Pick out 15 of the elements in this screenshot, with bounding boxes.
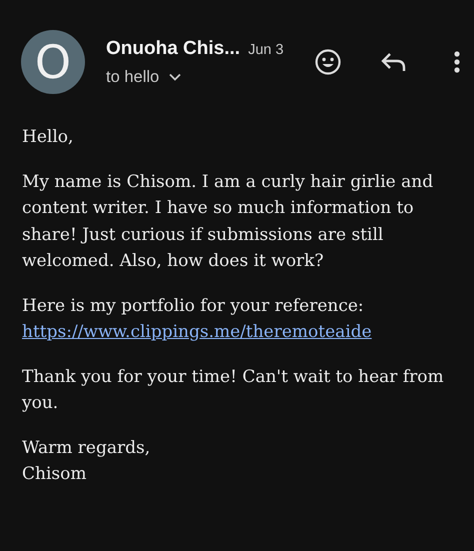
body-paragraph: Warm regards,	[22, 438, 150, 458]
date: Jun 3	[248, 42, 284, 58]
smiley-icon[interactable]	[315, 49, 341, 75]
recipient: to hello	[106, 68, 160, 86]
portfolio-link[interactable]: https://www.clippings.me/theremoteaide	[22, 322, 372, 342]
chevron-down-icon[interactable]	[169, 73, 182, 81]
more-options-icon[interactable]	[454, 51, 460, 73]
body-paragraph: Thank you for your time! Can't wait to hear from you.	[22, 366, 444, 413]
body-paragraph: Hello,	[22, 127, 74, 147]
sender-name: Onuoha Chis...	[106, 38, 240, 60]
body-paragraph: My name is Chisom. I am a curly hair girlie and content writer. I have so much information to share! Just curious if submissions are still welcomed. Also, how does it work?	[22, 172, 434, 271]
avatar[interactable]: O	[21, 30, 85, 94]
body-paragraph: Here is my portfolio for your reference:	[22, 296, 364, 316]
reply-icon[interactable]	[381, 52, 407, 72]
signature-name: Chisom	[22, 464, 86, 484]
